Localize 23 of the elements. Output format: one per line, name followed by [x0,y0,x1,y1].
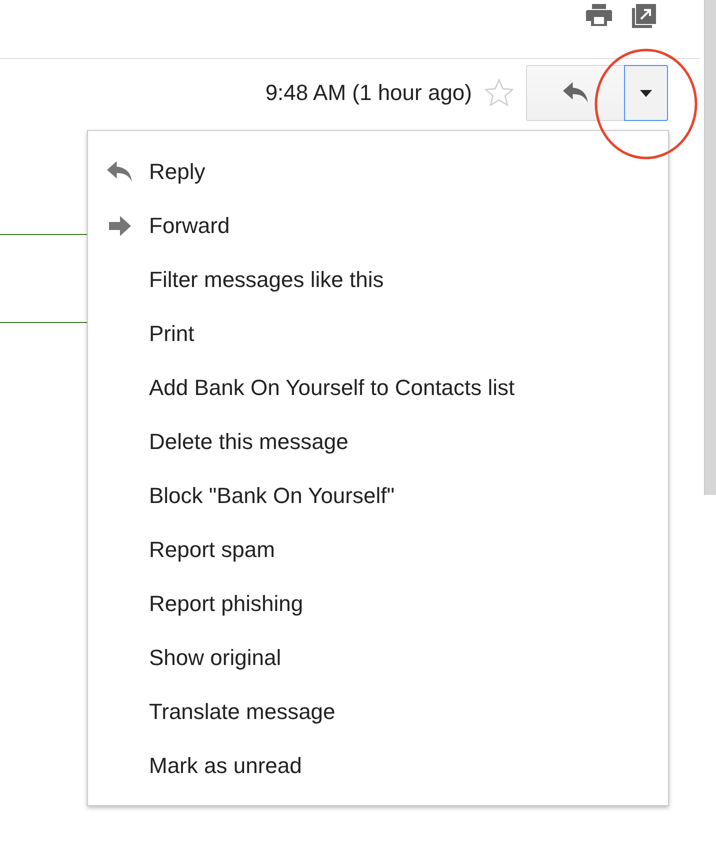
menu-item[interactable]: Reply [88,145,668,199]
menu-item[interactable]: Print [88,307,668,361]
arrow-right-icon [109,216,131,236]
menu-item[interactable]: Add Bank On Yourself to Contacts list [88,361,668,415]
menu-item[interactable]: Delete this message [88,415,668,469]
more-options-button[interactable] [624,65,668,121]
menu-item[interactable]: Translate message [88,685,668,739]
menu-item[interactable]: Forward [88,199,668,253]
star-icon[interactable] [484,78,514,108]
scrollbar[interactable] [704,0,716,495]
caret-icon [640,90,652,96]
menu-item[interactable]: Mark as unread [88,739,668,793]
message-time: 9:48 AM (1 hour ago) [265,80,472,106]
menu-item[interactable]: Show original [88,631,668,685]
print-icon[interactable] [586,4,612,26]
menu-item[interactable]: Report phishing [88,577,668,631]
reply-button[interactable] [526,65,624,121]
reply-icon [562,82,588,104]
menu-item[interactable]: Block "Bank On Yourself" [88,469,668,523]
menu-item[interactable]: Report spam [88,523,668,577]
new-window-icon[interactable] [632,4,656,28]
menu-item[interactable]: Filter messages like this [88,253,668,307]
reply-icon [107,161,133,183]
